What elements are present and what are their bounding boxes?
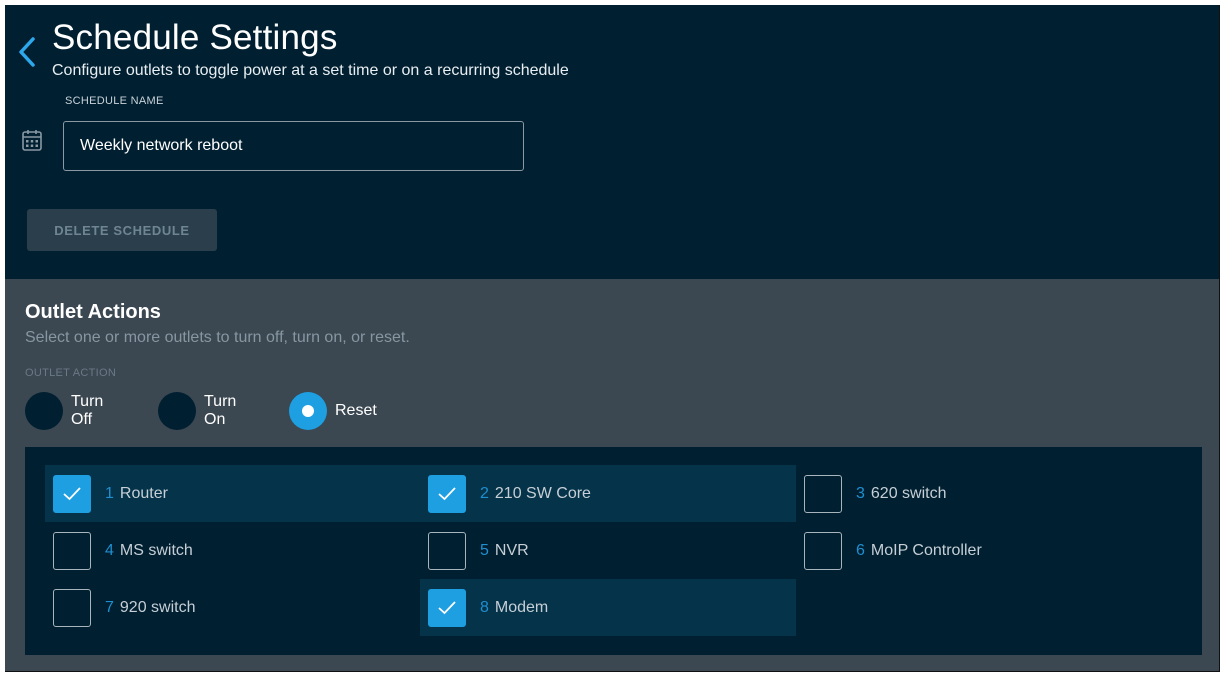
checkmark-icon bbox=[438, 486, 456, 500]
outlet-2-number: 2 bbox=[480, 484, 489, 502]
radio-turn-off-label: Turn Off bbox=[71, 393, 104, 428]
outlet-8-number: 8 bbox=[480, 598, 489, 616]
outlet-grid: 1 Router 2 210 SW Core 3 620 switch 4 MS… bbox=[25, 447, 1202, 655]
calendar-icon bbox=[22, 130, 42, 151]
outlet-6-name: MoIP Controller bbox=[870, 541, 982, 559]
page-title: Schedule Settings bbox=[52, 18, 338, 57]
outlet-6-checkbox[interactable] bbox=[804, 531, 842, 570]
radio-reset-label: Reset bbox=[335, 402, 377, 419]
outlet-actions-panel: Outlet Actions Select one or more outlet… bbox=[5, 279, 1219, 671]
outlet-4-number: 4 bbox=[105, 541, 114, 559]
radio-turn-on[interactable]: Turn On bbox=[158, 392, 236, 430]
outlet-item-4[interactable]: 4 MS switch bbox=[45, 522, 420, 579]
outlet-4-name: MS switch bbox=[119, 541, 193, 559]
schedule-settings-window: Schedule Settings Configure outlets to t… bbox=[5, 5, 1220, 672]
radio-turn-off-indicator[interactable] bbox=[25, 392, 63, 430]
outlet-4-checkbox[interactable] bbox=[53, 531, 91, 570]
outlet-7-name: 920 switch bbox=[119, 598, 196, 616]
outlet-2-name: 210 SW Core bbox=[494, 484, 591, 502]
page-subtitle: Configure outlets to toggle power at a s… bbox=[52, 62, 569, 79]
outlet-item-1[interactable]: 1 Router bbox=[45, 465, 420, 522]
outlet-3-checkbox[interactable] bbox=[804, 474, 842, 513]
outlet-item-8[interactable]: 8 Modem bbox=[420, 579, 796, 636]
checkmark-icon bbox=[63, 486, 81, 500]
outlet-8-name: Modem bbox=[494, 598, 549, 616]
checkmark-icon bbox=[438, 600, 456, 614]
outlet-1-number: 1 bbox=[105, 484, 114, 502]
back-chevron-icon[interactable] bbox=[15, 35, 39, 69]
outlet-1-name: Router bbox=[119, 484, 168, 502]
radio-turn-on-label: Turn On bbox=[204, 393, 237, 428]
outlet-item-7[interactable]: 7 920 switch bbox=[45, 579, 420, 636]
outlet-item-5[interactable]: 5 NVR bbox=[420, 522, 796, 579]
outlet-2-checkbox[interactable] bbox=[428, 474, 466, 513]
outlet-3-name: 620 switch bbox=[870, 484, 947, 502]
schedule-name-label: SCHEDULE NAME bbox=[65, 95, 164, 107]
outlet-7-checkbox[interactable] bbox=[53, 588, 91, 627]
outlet-6-number: 6 bbox=[856, 541, 865, 559]
outlet-1-checkbox[interactable] bbox=[53, 474, 91, 513]
outlet-item-3[interactable]: 3 620 switch bbox=[796, 465, 1172, 522]
schedule-header-section: Schedule Settings Configure outlets to t… bbox=[5, 5, 1219, 279]
radio-reset[interactable]: Reset bbox=[289, 392, 377, 430]
outlet-8-checkbox[interactable] bbox=[428, 588, 466, 627]
radio-turn-on-indicator[interactable] bbox=[158, 392, 196, 430]
outlet-actions-subtitle: Select one or more outlets to turn off, … bbox=[25, 329, 410, 346]
radio-turn-off[interactable]: Turn Off bbox=[25, 392, 103, 430]
outlet-item-2[interactable]: 2 210 SW Core bbox=[420, 465, 796, 522]
outlet-actions-title: Outlet Actions bbox=[25, 301, 161, 323]
radio-reset-indicator[interactable] bbox=[289, 392, 327, 430]
outlet-3-number: 3 bbox=[856, 484, 865, 502]
outlet-item-6[interactable]: 6 MoIP Controller bbox=[796, 522, 1172, 579]
outlet-5-name: NVR bbox=[494, 541, 529, 559]
outlet-5-checkbox[interactable] bbox=[428, 531, 466, 570]
outlet-7-number: 7 bbox=[105, 598, 114, 616]
schedule-name-input[interactable] bbox=[63, 121, 524, 171]
outlet-5-number: 5 bbox=[480, 541, 489, 559]
delete-schedule-button[interactable]: DELETE SCHEDULE bbox=[27, 209, 217, 251]
outlet-action-label: OUTLET ACTION bbox=[25, 367, 117, 379]
